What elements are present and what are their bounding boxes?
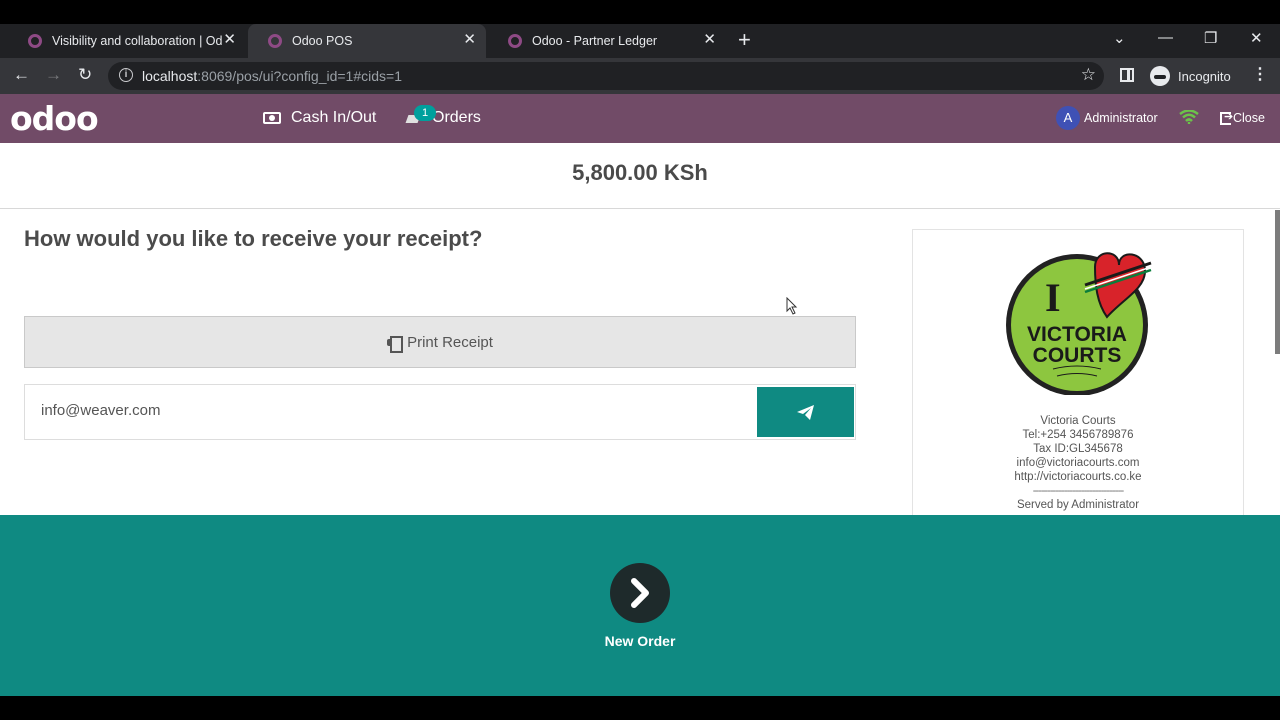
odoo-favicon-icon — [28, 34, 42, 48]
avatar: A — [1056, 106, 1080, 130]
next-order-panel: New Order — [0, 515, 1280, 696]
incognito-profile-button[interactable]: Incognito — [1150, 66, 1231, 86]
back-icon[interactable]: ← — [13, 65, 30, 85]
mouse-cursor-icon — [786, 297, 798, 315]
svg-text:I: I — [1045, 275, 1061, 320]
browser-menu-icon[interactable]: ⋮ — [1252, 66, 1268, 84]
close-pos-button[interactable]: Close — [1220, 110, 1265, 125]
receipt-preview: I VICTORIA COURTS Victoria Courts Tel:+2… — [912, 229, 1244, 529]
svg-text:VICTORIA: VICTORIA — [1027, 323, 1127, 346]
send-email-button[interactable] — [757, 387, 854, 437]
browser-tab-visibility[interactable]: Visibility and collaboration | Odoo ✕ — [8, 24, 246, 58]
browser-tab-bar: Visibility and collaboration | Odoo ✕ Od… — [0, 24, 1280, 58]
money-icon — [263, 112, 281, 124]
profile-label: Incognito — [1178, 68, 1231, 84]
receipt-screen: How would you like to receive your recei… — [0, 209, 1280, 529]
email-receipt-row — [24, 384, 856, 440]
email-input[interactable] — [41, 402, 741, 419]
receipt-served-by: Served by Administrator — [1016, 499, 1140, 511]
company-logo: I VICTORIA COURTS — [1006, 252, 1152, 395]
user-menu[interactable]: A Administrator — [1056, 106, 1158, 130]
wifi-icon[interactable] — [1179, 110, 1199, 124]
receipt-email: info@victoriacourts.com — [1016, 457, 1140, 469]
print-receipt-button[interactable]: Print Receipt — [24, 316, 856, 368]
cash-in-out-button[interactable]: Cash In/Out — [263, 109, 376, 127]
orders-count-badge: 1 — [414, 105, 436, 121]
receipt-tax-id: Tax ID:GL345678 — [1033, 443, 1123, 455]
total-amount: 5,800.00 KSh — [572, 160, 708, 185]
incognito-icon — [1150, 66, 1170, 86]
close-label: Close — [1233, 111, 1265, 125]
chevron-right-icon — [631, 578, 649, 608]
new-order-label[interactable]: New Order — [0, 633, 1280, 649]
browser-toolbar: ← → ↻ i localhost:8069/pos/ui?config_id=… — [0, 58, 1280, 94]
forward-icon[interactable]: → — [45, 65, 62, 85]
odoo-favicon-icon — [508, 34, 522, 48]
paper-plane-icon — [797, 404, 814, 420]
close-tab-icon[interactable]: ✕ — [463, 32, 476, 48]
odoo-logo: odoo — [10, 99, 99, 138]
receipt-header-lines: Victoria Courts Tel:+254 3456789876 Tax … — [913, 414, 1243, 512]
pos-header: odoo Cash In/Out Orders A Administrator … — [0, 94, 1280, 143]
print-icon — [387, 335, 404, 353]
new-order-button[interactable] — [610, 563, 670, 623]
user-name: Administrator — [1084, 111, 1158, 125]
browser-tab-partner-ledger[interactable]: Odoo - Partner Ledger ✕ — [488, 24, 726, 58]
tab-title: Odoo POS — [292, 34, 353, 48]
site-info-icon[interactable]: i — [119, 68, 133, 82]
restore-icon[interactable]: ❐ — [1204, 29, 1217, 47]
receipt-website: http://victoriacourts.co.ke — [1014, 471, 1142, 483]
receipt-separator: -------------------------------- — [1032, 485, 1125, 497]
reload-icon[interactable]: ↻ — [78, 65, 92, 85]
tab-title: Visibility and collaboration | Odoo — [52, 34, 222, 48]
svg-text:COURTS: COURTS — [1033, 344, 1122, 367]
side-panel-icon[interactable] — [1120, 68, 1134, 82]
scrollbar-thumb[interactable] — [1275, 210, 1280, 354]
new-tab-icon[interactable]: + — [738, 28, 751, 52]
minimize-icon[interactable]: — — [1158, 29, 1173, 46]
print-label: Print Receipt — [407, 333, 493, 351]
sign-out-icon — [1220, 110, 1233, 125]
cash-label: Cash In/Out — [291, 109, 377, 126]
close-tab-icon[interactable]: ✕ — [703, 32, 716, 48]
close-tab-icon[interactable]: ✕ — [223, 32, 236, 48]
address-bar[interactable]: i localhost:8069/pos/ui?config_id=1#cids… — [108, 62, 1104, 90]
browser-tab-pos[interactable]: Odoo POS ✕ — [248, 24, 486, 58]
bookmark-star-icon[interactable]: ☆ — [1081, 65, 1096, 85]
window-close-icon[interactable]: ✕ — [1250, 29, 1263, 47]
receipt-question: How would you like to receive your recei… — [24, 226, 483, 251]
tab-search-icon[interactable]: ⌄ — [1113, 29, 1126, 47]
odoo-favicon-icon — [268, 34, 282, 48]
receipt-company: Victoria Courts — [1040, 415, 1116, 427]
receipt-tel: Tel:+254 3456789876 — [1022, 429, 1134, 441]
tab-title: Odoo - Partner Ledger — [532, 34, 658, 48]
total-amount-bar: 5,800.00 KSh — [0, 143, 1280, 209]
orders-label: Orders — [432, 109, 481, 126]
url-text: localhost:8069/pos/ui?config_id=1#cids=1 — [142, 68, 402, 84]
